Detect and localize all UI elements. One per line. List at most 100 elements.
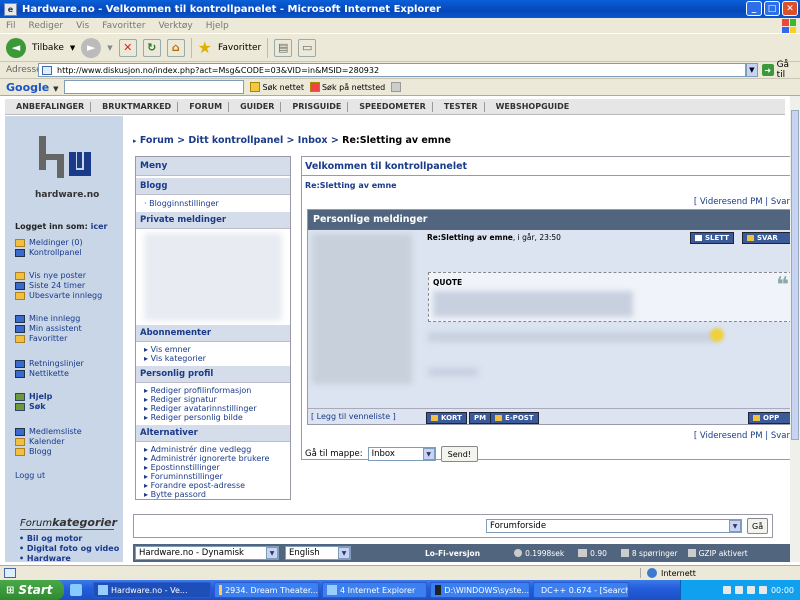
nav-market[interactable]: BRUKTMARKED bbox=[91, 101, 179, 112]
home-icon[interactable]: ⌂ bbox=[166, 38, 185, 57]
sidebar-item-logout[interactable]: Logg ut bbox=[15, 471, 45, 481]
task-button-cmd[interactable]: D:\WINDOWS\syste... bbox=[430, 582, 530, 598]
search-site-button[interactable]: Søk på nettsted bbox=[309, 82, 385, 92]
sidebar-item-my-posts[interactable]: Mine innlegg bbox=[15, 314, 82, 324]
nav-webshopguide[interactable]: WEBSHOPGUIDE bbox=[485, 102, 576, 112]
forum-jump-select[interactable]: Forumforside ▼ bbox=[486, 519, 742, 533]
menu-file[interactable]: Fil bbox=[6, 21, 16, 31]
favorites-star-icon[interactable]: ★ bbox=[198, 38, 212, 57]
sidebar-item-search[interactable]: Søk bbox=[15, 402, 52, 412]
forward-dropdown-icon[interactable]: ▼ bbox=[107, 44, 112, 52]
task-button-ie-group[interactable]: 4 Internet Explorer bbox=[322, 582, 427, 598]
clock[interactable]: 00:00 bbox=[771, 586, 794, 595]
menu-item[interactable]: · Blogginnstillinger bbox=[136, 195, 290, 212]
start-button[interactable]: ⊞ Start bbox=[0, 580, 64, 600]
sidebar-item-controlpanel[interactable]: Kontrollpanel bbox=[15, 248, 83, 258]
sidebar-item-messages[interactable]: Meldinger (0) bbox=[15, 238, 83, 248]
ie-quicklaunch-icon[interactable] bbox=[70, 584, 82, 596]
stop-icon[interactable]: ✕ bbox=[118, 38, 137, 57]
menu-item[interactable]: ▸ Forandre epost-adresse bbox=[136, 481, 290, 490]
breadcrumb-forum[interactable]: Forum bbox=[140, 135, 174, 146]
reply-button[interactable]: SVAR bbox=[742, 232, 790, 244]
back-button[interactable]: Tilbake bbox=[32, 43, 64, 53]
menu-help[interactable]: Hjelp bbox=[206, 21, 229, 31]
category-item[interactable]: • Bil og motor bbox=[19, 534, 119, 544]
minimize-button[interactable]: _ bbox=[746, 1, 762, 16]
close-button[interactable]: ✕ bbox=[782, 1, 798, 16]
breadcrumb-inbox[interactable]: Inbox bbox=[298, 135, 328, 146]
sidebar-item-blog[interactable]: Blogg bbox=[15, 447, 82, 457]
delete-button[interactable]: SLETT bbox=[690, 232, 734, 244]
menu-favorites[interactable]: Favoritter bbox=[102, 21, 145, 31]
tray-icon[interactable] bbox=[758, 586, 767, 594]
pm-button[interactable]: PM bbox=[469, 412, 492, 424]
language-select[interactable]: English ▼ bbox=[285, 546, 351, 560]
scrollbar-thumb[interactable] bbox=[791, 110, 799, 440]
back-dropdown-icon[interactable]: ▼ bbox=[70, 44, 75, 52]
up-button[interactable]: OPP bbox=[748, 412, 790, 424]
breadcrumb-controlpanel[interactable]: Ditt kontrollpanel bbox=[188, 135, 283, 146]
sidebar-item-unanswered[interactable]: Ubesvarte innlegg bbox=[15, 291, 102, 301]
menu-view[interactable]: Vis bbox=[76, 21, 89, 31]
category-item[interactable]: • Hardware bbox=[19, 554, 119, 562]
address-input[interactable]: http://www.diskusjon.no/index.php?act=Ms… bbox=[38, 63, 746, 77]
folder-select[interactable]: Inbox ▼ bbox=[367, 447, 436, 461]
send-button[interactable]: Send! bbox=[440, 446, 478, 462]
sidebar-item-memberlist[interactable]: Medlemsliste bbox=[15, 427, 82, 437]
edit-icon[interactable]: ▭ bbox=[298, 38, 317, 57]
menu-item[interactable]: ▸ Vis kategorier bbox=[136, 354, 290, 363]
google-logo[interactable]: Google ▼ bbox=[6, 81, 58, 94]
menu-item[interactable]: ▸ Administrér ignorerte brukere bbox=[136, 454, 290, 463]
nav-tests[interactable]: TESTER bbox=[433, 101, 485, 112]
menu-item[interactable]: ▸ Foruminnstillinger bbox=[136, 472, 290, 481]
sidebar-item-last-24h[interactable]: Siste 24 timer bbox=[15, 281, 102, 291]
hardware-logo[interactable] bbox=[35, 134, 95, 184]
forum-jump-go-button[interactable]: Gå bbox=[747, 518, 769, 534]
address-dropdown-icon[interactable]: ▼ bbox=[745, 63, 758, 77]
sidebar-item-new-posts[interactable]: Vis nye poster bbox=[15, 271, 102, 281]
lofi-link[interactable]: Lo-Fi-versjon bbox=[425, 549, 480, 558]
forward-arrow-icon[interactable]: ► bbox=[81, 37, 102, 58]
category-item[interactable]: • Digital foto og video bbox=[19, 544, 119, 554]
menu-item[interactable]: ▸ Administrér dine vedlegg bbox=[136, 445, 290, 454]
nav-speedometer[interactable]: SPEEDOMETER bbox=[348, 101, 433, 112]
menu-edit[interactable]: Rediger bbox=[29, 21, 64, 31]
pencil-icon[interactable] bbox=[391, 82, 402, 92]
nav-forum[interactable]: FORUM bbox=[178, 101, 230, 112]
tray-icon[interactable] bbox=[746, 586, 755, 594]
sidebar-item-favorites[interactable]: Favoritter bbox=[15, 334, 82, 344]
menu-item[interactable]: ▸ Rediger avatarinnstillinger bbox=[136, 404, 290, 413]
forward-reply-links-top[interactable]: [ Videresend PM | Svar bbox=[694, 197, 790, 207]
maximize-button[interactable]: □ bbox=[764, 1, 780, 16]
menu-item[interactable]: ▸ Rediger personlig bilde bbox=[136, 413, 290, 422]
username-link[interactable]: icer bbox=[91, 222, 108, 231]
sidebar-item-calendar[interactable]: Kalender bbox=[15, 437, 82, 447]
nav-guides[interactable]: GUIDER bbox=[229, 101, 282, 112]
window-titlebar[interactable]: e Hardware.no - Velkommen til kontrollpa… bbox=[0, 0, 800, 18]
search-web-button[interactable]: Søk nettet bbox=[250, 82, 304, 92]
task-button-dreamtheater[interactable]: 2934. Dream Theater... bbox=[214, 582, 319, 598]
back-arrow-icon[interactable]: ◄ bbox=[6, 37, 26, 58]
sidebar-item-help[interactable]: Hjelp bbox=[15, 392, 52, 402]
menu-item[interactable]: ▸ Vis emner bbox=[136, 345, 290, 354]
menu-tools[interactable]: Verktøy bbox=[158, 21, 192, 31]
nav-priceguide[interactable]: PRISGUIDE bbox=[281, 101, 349, 112]
add-to-friends-link[interactable]: [ Legg til venneliste ] bbox=[311, 412, 396, 421]
sidebar-item-assistant[interactable]: Min assistent bbox=[15, 324, 82, 334]
skin-select[interactable]: Hardware.no - Dynamisk ▼ bbox=[135, 546, 279, 560]
nav-recommendations[interactable]: ANBEFALINGER bbox=[5, 101, 92, 112]
sidebar-item-guidelines[interactable]: Retningslinjer bbox=[15, 359, 84, 369]
go-button[interactable]: ➜ Gå til bbox=[761, 60, 800, 80]
email-button[interactable]: E-POST bbox=[490, 412, 539, 424]
vertical-scrollbar[interactable] bbox=[790, 96, 800, 562]
menu-item[interactable]: ▸ Rediger signatur bbox=[136, 395, 290, 404]
task-button-hardware[interactable]: Hardware.no - Ve... bbox=[93, 582, 211, 598]
forward-reply-links-bottom[interactable]: [ Videresend PM | Svar bbox=[694, 431, 790, 441]
sidebar-item-netiquette[interactable]: Nettikette bbox=[15, 369, 84, 379]
favorites-button[interactable]: Favoritter bbox=[218, 43, 261, 53]
refresh-icon[interactable]: ↻ bbox=[142, 38, 161, 57]
tray-icon[interactable] bbox=[722, 586, 731, 594]
card-button[interactable]: KORT bbox=[426, 412, 467, 424]
print-icon[interactable]: ▤ bbox=[274, 38, 293, 57]
menu-item[interactable]: ▸ Bytte passord bbox=[136, 490, 290, 499]
